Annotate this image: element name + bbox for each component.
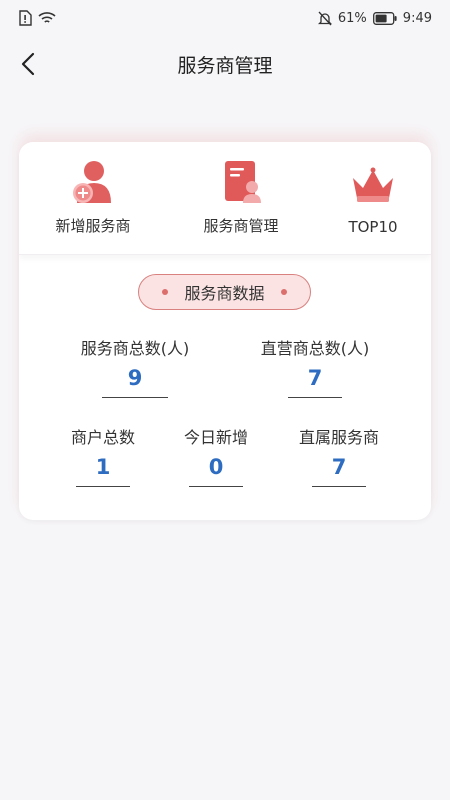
crown-icon: [349, 162, 397, 208]
data-section-title: 服务商数据: [138, 274, 311, 310]
person-document-icon: [217, 159, 265, 205]
menu-manage-providers[interactable]: 服务商管理: [167, 142, 315, 254]
stat-underline: [288, 397, 342, 398]
battery-icon: [372, 11, 397, 25]
quick-menu: 新增服务商 服务商管理 TOP10: [19, 142, 431, 255]
pill-dot-left: [162, 289, 169, 295]
stat-label: 服务商总数(人): [80, 339, 190, 358]
menu-top10-label: TOP10: [348, 218, 398, 236]
menu-add-provider-label: 新增服务商: [55, 217, 131, 235]
stat-label: 商户总数: [70, 428, 135, 447]
status-right: 61% 9:49: [317, 10, 432, 26]
stat-underline: [312, 486, 366, 487]
status-left: [18, 10, 56, 26]
stat-underline: [102, 397, 168, 398]
pill-dot-right: [280, 289, 287, 295]
back-button[interactable]: [12, 48, 44, 80]
battery-percent: 61%: [337, 10, 367, 26]
status-bar: 61% 9:49: [0, 0, 450, 36]
stat-value: 9: [127, 366, 143, 390]
wifi-icon: [38, 12, 56, 23]
page-title: 服务商管理: [177, 54, 273, 77]
stat-label: 今日新增: [183, 428, 248, 447]
data-section-title-text: 服务商数据: [184, 284, 265, 303]
menu-top10[interactable]: TOP10: [315, 142, 431, 254]
stat-merchants[interactable]: 商户总数 1: [53, 424, 153, 487]
clock: 9:49: [402, 10, 432, 26]
stat-today-new[interactable]: 今日新增 0: [166, 424, 266, 487]
stat-underline: [76, 486, 130, 487]
mute-bell-icon: [317, 11, 332, 25]
stat-underline: [189, 486, 243, 487]
chevron-left-icon: [21, 52, 35, 76]
stat-affiliated[interactable]: 直属服务商 7: [289, 424, 389, 487]
stat-value: 0: [208, 455, 224, 479]
stat-value: 1: [95, 455, 111, 479]
stat-label: 直属服务商: [298, 428, 379, 447]
stat-value: 7: [307, 366, 323, 390]
provider-card: 新增服务商 服务商管理 TOP10 服务商数据 服务商总数(人) 9 直营商总数…: [19, 142, 431, 520]
stat-total-providers[interactable]: 服务商总数(人) 9: [70, 335, 200, 398]
add-person-icon: [69, 159, 117, 205]
nav-bar: 服务商管理: [0, 36, 450, 92]
stat-value: 7: [331, 455, 347, 479]
stat-direct-providers[interactable]: 直营商总数(人) 7: [250, 335, 380, 398]
menu-manage-providers-label: 服务商管理: [203, 217, 279, 235]
menu-add-provider[interactable]: 新增服务商: [19, 142, 167, 254]
sim-alert-icon: [19, 10, 32, 26]
stat-label: 直营商总数(人): [260, 339, 370, 358]
